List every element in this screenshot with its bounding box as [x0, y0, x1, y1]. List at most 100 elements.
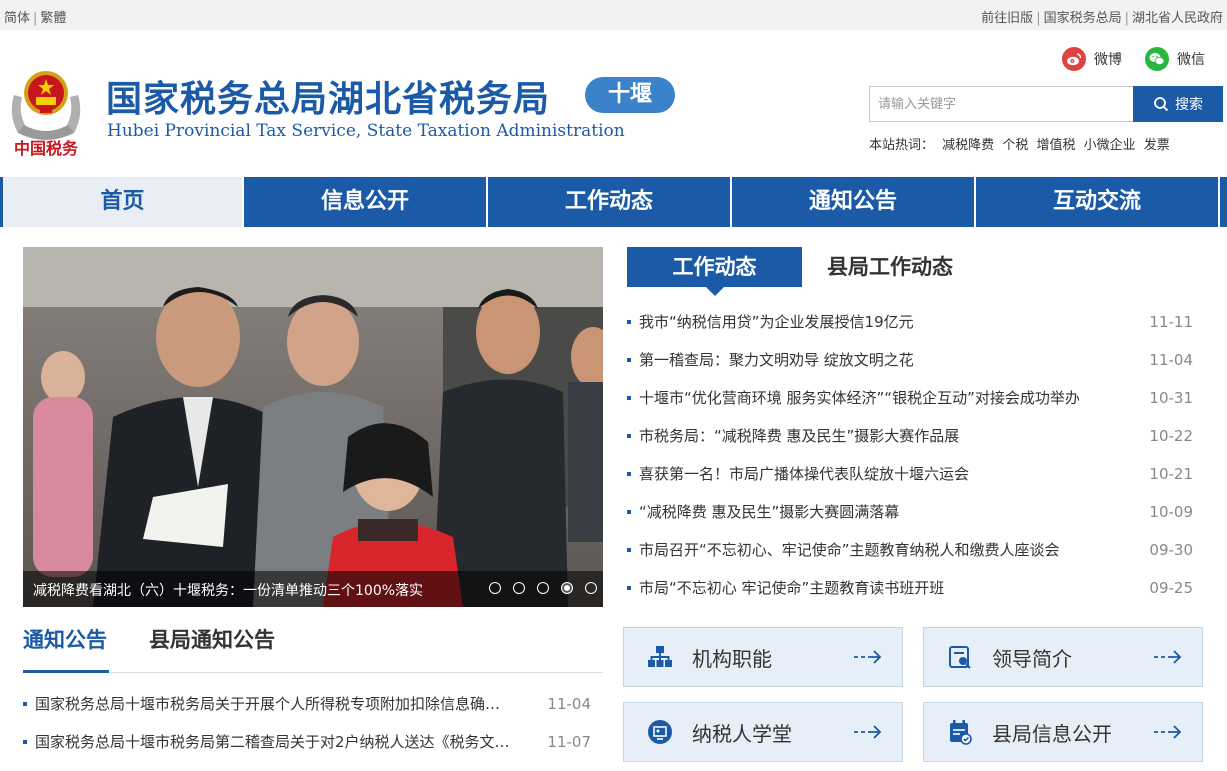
notice-list: 国家税务总局十堰市税务局关于开展个人所得税专项附加扣除信息确认的通告 11-04 …: [23, 685, 591, 761]
news-title[interactable]: 第一稽查局：聚力文明劝导 绽放文明之花: [639, 341, 1129, 379]
weibo-link[interactable]: 微博: [1062, 47, 1122, 71]
classroom-icon: [646, 718, 674, 746]
hot-keyword[interactable]: 减税降费: [942, 138, 994, 153]
site-subtitle: Hubei Provincial Tax Service, State Taxa…: [107, 121, 625, 141]
top-utility-bar: 简体 | 繁體 前往旧版 | 国家税务总局 | 湖北省人民政府: [0, 0, 1227, 30]
calendar-info-icon: [946, 718, 974, 746]
tax-emblem-logo[interactable]: 中国税务: [6, 55, 86, 160]
photo-carousel[interactable]: 减税降费看湖北（六）十堰税务：一份清单推动三个100%落实: [23, 247, 603, 607]
news-title[interactable]: 我市“纳税信用贷”为企业发展授信19亿元: [639, 303, 1129, 341]
nav-interaction[interactable]: 互动交流: [976, 177, 1220, 227]
hot-keywords: 本站热词： 减税降费 个税 增值税 小微企业 发票: [869, 134, 1170, 153]
weibo-label: 微博: [1094, 52, 1122, 68]
notice-date: 11-07: [547, 733, 591, 751]
carousel-dots: [477, 582, 597, 594]
org-chart-icon: [646, 643, 674, 671]
city-badge: 十堰: [585, 77, 675, 113]
wechat-link[interactable]: 微信: [1145, 47, 1205, 71]
news-date: 10-21: [1149, 465, 1193, 483]
news-date: 11-04: [1149, 351, 1193, 369]
site-title[interactable]: 国家税务总局湖北省税务局: [106, 70, 550, 122]
carousel-dot[interactable]: [489, 582, 501, 594]
list-item: “减税降费 惠及民生”摄影大赛圆满落幕 10-09: [627, 493, 1193, 531]
news-title[interactable]: “减税降费 惠及民生”摄影大赛圆满落幕: [639, 493, 1129, 531]
notice-tabs: 通知公告 县局通知公告: [23, 625, 603, 673]
carousel-caption[interactable]: 减税降费看湖北（六）十堰税务：一份清单推动三个100%落实: [33, 580, 423, 600]
profile-card-icon: [946, 643, 974, 671]
news-list: 我市“纳税信用贷”为企业发展授信19亿元 11-11 第一稽查局：聚力文明劝导 绽…: [627, 303, 1193, 607]
hot-keyword[interactable]: 小微企业: [1084, 138, 1136, 153]
news-title[interactable]: 市局“不忘初心 牢记使命”主题教育读书班开班: [639, 569, 1129, 607]
logo-text: 中国税务: [14, 139, 79, 158]
tab-work-news[interactable]: 工作动态: [627, 247, 802, 296]
traditional-chinese-link[interactable]: 繁體: [40, 11, 66, 26]
tab-county-work-news[interactable]: 县局工作动态: [827, 247, 953, 287]
quick-link-label: 纳税人学堂: [692, 721, 792, 746]
carousel-dot[interactable]: [585, 582, 597, 594]
weibo-icon: [1062, 47, 1086, 71]
quick-link-label: 领导简介: [992, 646, 1072, 671]
nav-info-disclosure[interactable]: 信息公开: [244, 177, 488, 227]
quick-link-org-functions[interactable]: 机构职能: [623, 627, 903, 687]
nav-home[interactable]: 首页: [0, 177, 244, 227]
search-input[interactable]: [869, 86, 1133, 122]
hot-keyword[interactable]: 增值税: [1036, 138, 1075, 153]
language-switch: 简体 | 繁體: [4, 11, 67, 26]
news-title[interactable]: 市局召开“不忘初心、牢记使命”主题教育纳税人和缴费人座谈会: [639, 531, 1129, 569]
hot-keyword[interactable]: 发票: [1144, 138, 1170, 153]
news-title[interactable]: 喜获第一名！市局广播体操代表队绽放十堰六运会: [639, 455, 1129, 493]
list-item: 十堰市“优化营商环境 服务实体经济”“银税企互动”对接会成功举办 10-31: [627, 379, 1193, 417]
list-item: 市局召开“不忘初心、牢记使命”主题教育纳税人和缴费人座谈会 09-30: [627, 531, 1193, 569]
sta-link[interactable]: 国家税务总局: [1044, 11, 1122, 26]
old-version-link[interactable]: 前往旧版: [981, 11, 1033, 26]
list-item: 国家税务总局十堰市税务局第二稽查局关于对2户纳税人送达《税务文书》的公告 11-0…: [23, 723, 591, 761]
wechat-icon: [1145, 47, 1169, 71]
news-date: 11-11: [1149, 313, 1193, 331]
quick-link-leaders[interactable]: 领导简介: [923, 627, 1203, 687]
arrow-right-icon: [1154, 650, 1182, 664]
list-item: 国家税务总局十堰市税务局关于开展个人所得税专项附加扣除信息确认的通告 11-04: [23, 685, 591, 723]
external-links: 前往旧版 | 国家税务总局 | 湖北省人民政府: [981, 11, 1223, 26]
search-button[interactable]: 搜索: [1133, 86, 1223, 122]
notice-title[interactable]: 国家税务总局十堰市税务局第二稽查局关于对2户纳税人送达《税务文书》的公告: [35, 723, 515, 761]
quick-link-label: 县局信息公开: [992, 721, 1112, 746]
hubei-gov-link[interactable]: 湖北省人民政府: [1132, 11, 1223, 26]
search-button-label: 搜索: [1175, 97, 1203, 113]
news-title[interactable]: 十堰市“优化营商环境 服务实体经济”“银税企互动”对接会成功举办: [639, 379, 1129, 417]
list-item: 第一稽查局：聚力文明劝导 绽放文明之花 11-04: [627, 341, 1193, 379]
main-nav: 首页 信息公开 工作动态 通知公告 互动交流: [0, 177, 1227, 227]
news-title[interactable]: 市税务局：“减税降费 惠及民生”摄影大赛作品展: [639, 417, 1129, 455]
arrow-right-icon: [1154, 725, 1182, 739]
hot-keywords-label: 本站热词：: [869, 138, 935, 153]
quick-link-label: 机构职能: [692, 646, 772, 671]
news-date: 10-22: [1149, 427, 1193, 445]
arrow-right-icon: [854, 725, 882, 739]
quick-link-taxpayer-school[interactable]: 纳税人学堂: [623, 702, 903, 762]
nav-notices[interactable]: 通知公告: [732, 177, 976, 227]
notice-date: 11-04: [547, 695, 591, 713]
news-date: 10-09: [1149, 503, 1193, 521]
list-item: 我市“纳税信用贷”为企业发展授信19亿元 11-11: [627, 303, 1193, 341]
simplified-chinese-link[interactable]: 简体: [4, 11, 30, 26]
news-date: 09-30: [1149, 541, 1193, 559]
notice-title[interactable]: 国家税务总局十堰市税务局关于开展个人所得税专项附加扣除信息确认的通告: [35, 685, 515, 723]
hot-keyword[interactable]: 个税: [1002, 138, 1028, 153]
caption-bar: 减税降费看湖北（六）十堰税务：一份清单推动三个100%落实: [23, 571, 603, 607]
wechat-label: 微信: [1177, 52, 1205, 68]
news-date: 09-25: [1149, 579, 1193, 597]
tab-notices[interactable]: 通知公告: [23, 625, 109, 673]
tab-county-notices[interactable]: 县局通知公告: [149, 625, 275, 655]
carousel-dot[interactable]: [513, 582, 525, 594]
list-item: 市税务局：“减税降费 惠及民生”摄影大赛作品展 10-22: [627, 417, 1193, 455]
quick-link-county-disclosure[interactable]: 县局信息公开: [923, 702, 1203, 762]
news-tabs: 工作动态 县局工作动态: [627, 247, 1207, 296]
list-item: 喜获第一名！市局广播体操代表队绽放十堰六运会 10-21: [627, 455, 1193, 493]
carousel-photo: [23, 247, 603, 607]
news-date: 10-31: [1149, 389, 1193, 407]
arrow-right-icon: [854, 650, 882, 664]
nav-work-news[interactable]: 工作动态: [488, 177, 732, 227]
list-item: 市局“不忘初心 牢记使命”主题教育读书班开班 09-25: [627, 569, 1193, 607]
carousel-dot[interactable]: [537, 582, 549, 594]
search-icon: [1154, 97, 1169, 112]
carousel-dot-active[interactable]: [561, 582, 573, 594]
